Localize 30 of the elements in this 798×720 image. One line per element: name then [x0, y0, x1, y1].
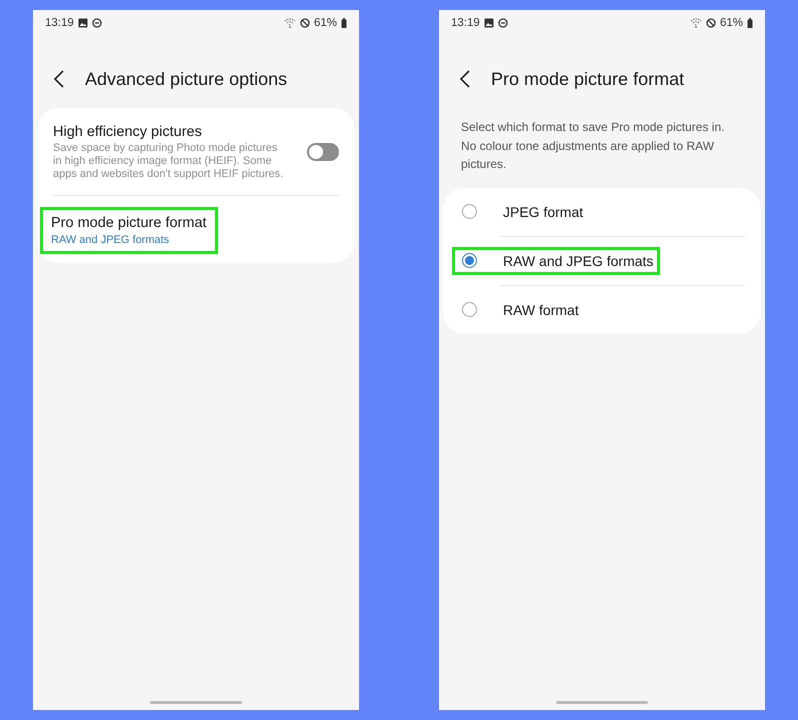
- minus-circle-icon: [92, 18, 102, 28]
- back-button[interactable]: [459, 70, 471, 88]
- radio-button[interactable]: [462, 302, 477, 317]
- battery-level: 61%: [720, 17, 743, 29]
- blocked-icon: [300, 18, 310, 28]
- wifi-icon: [690, 18, 702, 28]
- blocked-icon: [706, 18, 716, 28]
- status-time: 13:19: [451, 17, 480, 29]
- option-label[interactable]: JPEG format: [503, 204, 584, 220]
- setting-title[interactable]: High efficiency pictures: [53, 122, 202, 142]
- battery-icon: [747, 18, 753, 28]
- description-text: Select which format to save Pro mode pictures in. No colour tone adjustments are applied to RAW pictures.: [461, 119, 726, 173]
- radio-button[interactable]: [462, 204, 477, 219]
- gallery-icon: [78, 18, 88, 28]
- back-button[interactable]: [53, 70, 65, 88]
- setting-title[interactable]: Pro mode picture format: [51, 213, 207, 233]
- status-time: 13:19: [45, 17, 74, 29]
- gallery-icon: [484, 18, 494, 28]
- battery-level: 61%: [314, 17, 337, 29]
- page-title: Advanced picture options: [85, 68, 288, 90]
- setting-summary: Save space by capturing Photo mode pictures in high efficiency image format (HEIF). Some apps and websites don't support HEIF pictures.: [53, 142, 284, 181]
- option-label[interactable]: RAW and JPEG formats: [503, 252, 654, 268]
- option-label[interactable]: RAW format: [503, 302, 579, 318]
- battery-icon: [341, 18, 347, 28]
- setting-value: RAW and JPEG formats: [51, 233, 170, 247]
- toggle-switch[interactable]: [307, 142, 339, 160]
- page-title: Pro mode picture format: [491, 68, 684, 90]
- minus-circle-icon: [498, 18, 508, 28]
- wifi-icon: [284, 18, 296, 28]
- radio-button[interactable]: [462, 253, 477, 268]
